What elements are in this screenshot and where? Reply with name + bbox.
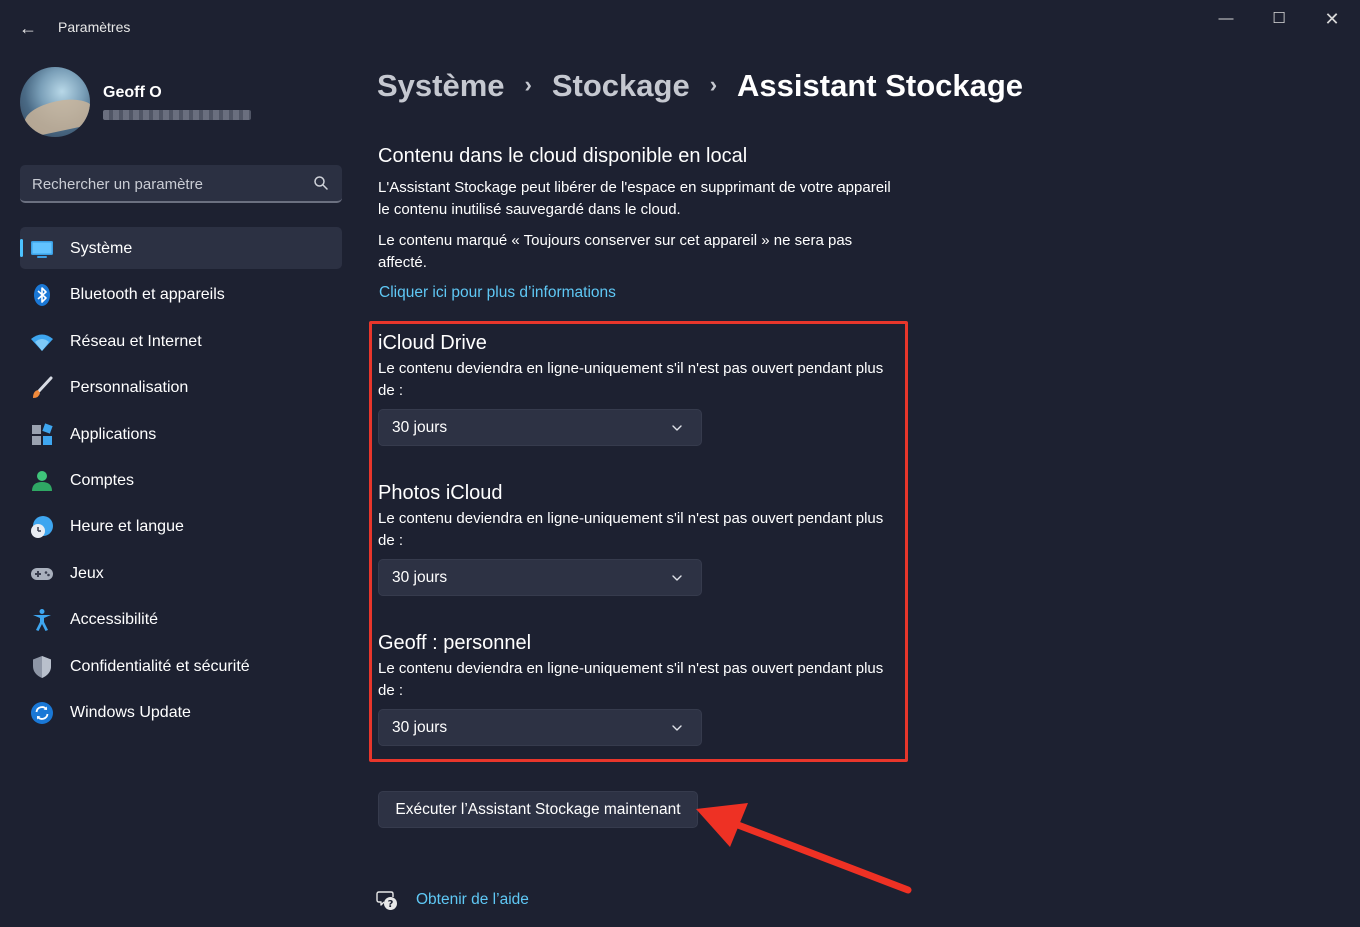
sidebar-item-systeme[interactable]: Système [20,227,342,269]
page-title: Assistant Stockage [737,68,1024,103]
icloud-drive-desc: Le contenu deviendra en ligne-uniquement… [378,360,884,399]
sidebar-nav: Système Bluetooth et appareils Réseau et… [20,227,342,737]
get-help-link[interactable]: Obtenir de l’aide [416,891,529,909]
note-text: Le contenu marqué « Toujours conserver s… [378,232,853,271]
geoff-personnel-title: Geoff : personnel [378,632,532,654]
clock-globe-icon [31,516,53,539]
maximize-button[interactable]: ☐ [1266,8,1292,30]
more-info-link[interactable]: Cliquer ici pour plus d’informations [379,284,616,302]
search-box[interactable] [20,165,342,203]
title-bar: ← Paramètres — ☐ ✕ [0,0,1360,56]
sidebar-item-windows-update[interactable]: Windows Update [20,691,342,733]
bluetooth-icon [34,284,50,307]
brush-icon [33,376,53,399]
sidebar-item-personnalisation[interactable]: Personnalisation [20,366,342,408]
photos-icloud-title: Photos iCloud [378,482,503,504]
photos-icloud-dropdown[interactable]: 30 jours [378,559,702,596]
settings-window: ← Paramètres — ☐ ✕ Geoff O Système [0,0,1360,927]
geoff-personnel-dropdown[interactable]: 30 jours [378,709,702,746]
sidebar-item-label: Windows Update [70,703,191,721]
search-input[interactable] [32,174,302,194]
sidebar-item-reseau[interactable]: Réseau et Internet [20,320,342,362]
sidebar-item-label: Système [70,240,133,257]
sidebar-item-accessibilite[interactable]: Accessibilité [20,598,342,640]
run-storage-sense-button[interactable]: Exécuter l’Assistant Stockage maintenant [378,791,698,828]
dropdown-value: 30 jours [392,719,448,736]
close-button[interactable]: ✕ [1319,8,1345,30]
breadcrumb-separator: › [709,72,718,97]
avatar[interactable] [20,67,90,137]
breadcrumb-separator: › [524,72,532,97]
system-icon [31,241,53,258]
wifi-icon [31,334,53,351]
icloud-drive-dropdown[interactable]: 30 jours [378,409,702,446]
sidebar-item-label: Bluetooth et appareils [70,286,225,304]
breadcrumb-stockage[interactable]: Stockage [552,68,690,103]
help-icon: ? [376,891,397,910]
photos-icloud-desc: Le contenu deviendra en ligne-uniquement… [378,510,884,549]
sidebar-item-label: Heure et langue [70,518,184,536]
chevron-down-icon [672,725,682,731]
svg-text:?: ? [388,899,394,910]
annotation-arrow-icon [696,803,912,894]
sidebar-item-comptes[interactable]: Comptes [20,459,342,501]
minimize-button[interactable]: — [1213,8,1239,30]
dropdown-value: 30 jours [392,569,448,586]
update-icon [31,701,53,724]
breadcrumb-systeme[interactable]: Système [377,68,505,103]
apps-icon [32,422,53,445]
description-text: L'Assistant Stockage peut libérer de l'e… [378,179,891,218]
sidebar-item-label: Comptes [70,471,135,489]
app-title: Paramètres [58,19,131,35]
sidebar-item-label: Confidentialité et sécurité [70,657,250,675]
sidebar-item-heure-langue[interactable]: Heure et langue [20,505,342,547]
shield-icon [33,655,51,678]
section-title: Contenu dans le cloud disponible en loca… [378,145,748,167]
sidebar-item-applications[interactable]: Applications [20,413,342,455]
sidebar-item-label: Jeux [70,564,104,582]
sidebar-item-bluetooth[interactable]: Bluetooth et appareils [20,273,342,315]
sidebar-item-label: Accessibilité [70,611,159,629]
chevron-down-icon [672,575,682,581]
sidebar-item-label: Réseau et Internet [70,332,202,350]
user-email-redacted [103,110,251,120]
breadcrumb: Système › Stockage › Assistant Stockage [377,68,1023,104]
chevron-down-icon [672,425,682,431]
geoff-personnel-desc: Le contenu deviendra en ligne-uniquement… [378,660,884,699]
account-icon [32,470,52,491]
back-arrow-icon[interactable]: ← [16,16,40,40]
accessibility-icon [33,609,51,632]
gamepad-icon [31,567,53,580]
search-icon[interactable] [313,175,329,191]
dropdown-value: 30 jours [392,419,448,436]
user-name: Geoff O [103,84,162,101]
sidebar-item-label: Personnalisation [70,379,189,397]
sidebar-item-label: Applications [70,425,157,443]
sidebar-item-confidentialite[interactable]: Confidentialité et sécurité [20,645,342,687]
icloud-drive-title: iCloud Drive [378,332,487,354]
sidebar-item-jeux[interactable]: Jeux [20,552,342,594]
